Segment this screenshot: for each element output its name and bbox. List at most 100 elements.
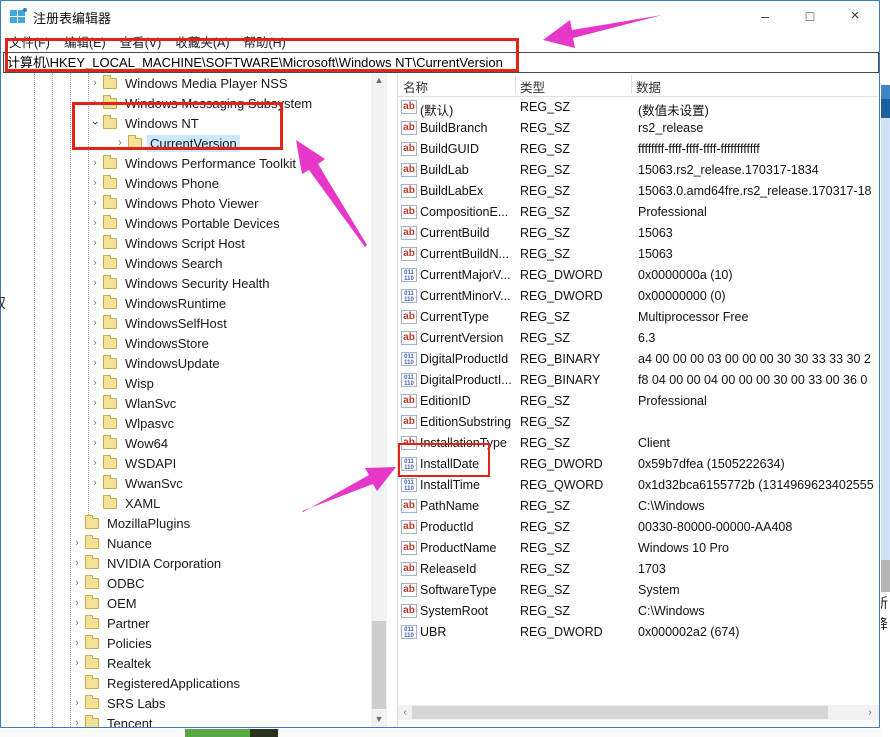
- tree-item-policies[interactable]: ›Policies: [3, 633, 371, 653]
- chevron-right-icon[interactable]: ›: [89, 357, 101, 369]
- value-row-currenttype[interactable]: abCurrentTypeREG_SZMultiprocessor Free: [398, 307, 879, 328]
- value-row-editionsubstring[interactable]: abEditionSubstringREG_SZ: [398, 412, 879, 433]
- tree-scrollbar-thumb[interactable]: [372, 621, 386, 709]
- chevron-right-icon[interactable]: ›: [89, 397, 101, 409]
- chevron-right-icon[interactable]: ›: [89, 97, 101, 109]
- chevron-right-icon[interactable]: ›: [71, 597, 83, 609]
- chevron-right-icon[interactable]: ›: [89, 477, 101, 489]
- chevron-right-icon[interactable]: ›: [89, 197, 101, 209]
- chevron-right-icon[interactable]: ›: [89, 277, 101, 289]
- values-horizontal-scrollbar[interactable]: ‹ ›: [398, 705, 879, 720]
- value-row-releaseid[interactable]: abReleaseIdREG_SZ1703: [398, 559, 879, 580]
- tree-item-windowsruntime[interactable]: ›WindowsRuntime: [3, 293, 371, 313]
- registry-path-input[interactable]: 计算机\HKEY_LOCAL_MACHINE\SOFTWARE\Microsof…: [3, 52, 879, 73]
- tree-item-wsdapi[interactable]: ›WSDAPI: [3, 453, 371, 473]
- chevron-right-icon[interactable]: ›: [89, 257, 101, 269]
- hscroll-thumb[interactable]: [412, 706, 828, 719]
- menu-help[interactable]: 帮助(H): [243, 32, 285, 51]
- column-divider[interactable]: [631, 75, 632, 94]
- column-header-data[interactable]: 数据: [636, 77, 661, 96]
- chevron-right-icon[interactable]: ›: [71, 697, 83, 709]
- chevron-right-icon[interactable]: ›: [114, 137, 126, 149]
- chevron-right-icon[interactable]: ›: [89, 77, 101, 89]
- chevron-right-icon[interactable]: ›: [89, 437, 101, 449]
- chevron-right-icon[interactable]: ›: [89, 157, 101, 169]
- menu-favorites[interactable]: 收藏夹(A): [175, 32, 229, 51]
- tree-item-currentversion[interactable]: ›CurrentVersion: [3, 133, 371, 153]
- value-row-compositione-[interactable]: abCompositionE...REG_SZProfessional: [398, 202, 879, 223]
- tree-item-xaml[interactable]: ›XAML: [3, 493, 371, 513]
- column-header-name[interactable]: 名称: [403, 77, 428, 96]
- column-header-type[interactable]: 类型: [520, 77, 545, 96]
- tree-item-mozillaplugins[interactable]: ›MozillaPlugins: [3, 513, 371, 533]
- tree-item-oem[interactable]: ›OEM: [3, 593, 371, 613]
- value-row--[interactable]: ab(默认)REG_SZ(数值未设置): [398, 97, 879, 118]
- value-row-systemroot[interactable]: abSystemRootREG_SZC:\Windows: [398, 601, 879, 622]
- chevron-right-icon[interactable]: ›: [89, 237, 101, 249]
- value-row-productname[interactable]: abProductNameREG_SZWindows 10 Pro: [398, 538, 879, 559]
- tree-item-windowsstore[interactable]: ›WindowsStore: [3, 333, 371, 353]
- chevron-right-icon[interactable]: ›: [71, 717, 83, 727]
- value-row-ubr[interactable]: 011110UBRREG_DWORD0x000002a2 (674): [398, 622, 879, 643]
- tree-item-partner[interactable]: ›Partner: [3, 613, 371, 633]
- tree-item-nuance[interactable]: ›Nuance: [3, 533, 371, 553]
- scroll-left-icon[interactable]: ‹: [398, 705, 412, 720]
- value-row-buildlab[interactable]: abBuildLabREG_SZ15063.rs2_release.170317…: [398, 160, 879, 181]
- chevron-right-icon[interactable]: ›: [71, 557, 83, 569]
- value-row-editionid[interactable]: abEditionIDREG_SZProfessional: [398, 391, 879, 412]
- tree-item-windows-nt[interactable]: ›Windows NT: [3, 113, 371, 133]
- tree-item-realtek[interactable]: ›Realtek: [3, 653, 371, 673]
- chevron-right-icon[interactable]: ›: [71, 537, 83, 549]
- tree-item-wlpasvc[interactable]: ›Wlpasvc: [3, 413, 371, 433]
- chevron-right-icon[interactable]: ›: [89, 457, 101, 469]
- tree-item-windows-photo-viewer[interactable]: ›Windows Photo Viewer: [3, 193, 371, 213]
- tree-item-wow64[interactable]: ›Wow64: [3, 433, 371, 453]
- minimize-button[interactable]: –: [749, 5, 781, 27]
- tree-item-wwansvc[interactable]: ›WwanSvc: [3, 473, 371, 493]
- chevron-right-icon[interactable]: ›: [89, 177, 101, 189]
- tree-item-wlansvc[interactable]: ›WlanSvc: [3, 393, 371, 413]
- tree-item-windows-portable-devices[interactable]: ›Windows Portable Devices: [3, 213, 371, 233]
- tree-item-tencent[interactable]: ›Tencent: [3, 713, 371, 727]
- value-row-currentbuildn-[interactable]: abCurrentBuildN...REG_SZ15063: [398, 244, 879, 265]
- close-button[interactable]: ×: [839, 5, 871, 27]
- tree-item-registeredapplications[interactable]: ›RegisteredApplications: [3, 673, 371, 693]
- value-row-digitalproductid[interactable]: 011110DigitalProductIdREG_BINARYa4 00 00…: [398, 349, 879, 370]
- tree-item-windows-script-host[interactable]: ›Windows Script Host: [3, 233, 371, 253]
- tree-vertical-scrollbar[interactable]: ▲ ▼: [371, 73, 387, 727]
- value-row-currentbuild[interactable]: abCurrentBuildREG_SZ15063: [398, 223, 879, 244]
- chevron-right-icon[interactable]: ›: [71, 617, 83, 629]
- value-row-buildlabex[interactable]: abBuildLabExREG_SZ15063.0.amd64fre.rs2_r…: [398, 181, 879, 202]
- chevron-right-icon[interactable]: ›: [89, 217, 101, 229]
- tree-item-srs-labs[interactable]: ›SRS Labs: [3, 693, 371, 713]
- tree-item-windows-search[interactable]: ›Windows Search: [3, 253, 371, 273]
- value-row-productid[interactable]: abProductIdREG_SZ00330-80000-00000-AA408: [398, 517, 879, 538]
- value-row-softwaretype[interactable]: abSoftwareTypeREG_SZSystem: [398, 580, 879, 601]
- value-row-installdate[interactable]: 011110InstallDateREG_DWORD0x59b7dfea (15…: [398, 454, 879, 475]
- scroll-up-icon[interactable]: ▲: [371, 73, 387, 88]
- chevron-right-icon[interactable]: ›: [89, 377, 101, 389]
- tree-item-windowsselfhost[interactable]: ›WindowsSelfHost: [3, 313, 371, 333]
- tree-item-nvidia-corporation[interactable]: ›NVIDIA Corporation: [3, 553, 371, 573]
- tree-item-windows-security-health[interactable]: ›Windows Security Health: [3, 273, 371, 293]
- tree-item-windows-phone[interactable]: ›Windows Phone: [3, 173, 371, 193]
- value-row-buildbranch[interactable]: abBuildBranchREG_SZrs2_release: [398, 118, 879, 139]
- value-row-installationtype[interactable]: abInstallationTypeREG_SZClient: [398, 433, 879, 454]
- value-row-currentminorv-[interactable]: 011110CurrentMinorV...REG_DWORD0x0000000…: [398, 286, 879, 307]
- scroll-right-icon[interactable]: ›: [863, 705, 877, 720]
- value-row-buildguid[interactable]: abBuildGUIDREG_SZffffffff-ffff-ffff-ffff…: [398, 139, 879, 160]
- value-row-installtime[interactable]: 011110InstallTimeREG_QWORD0x1d32bca61557…: [398, 475, 879, 496]
- chevron-right-icon[interactable]: ›: [89, 337, 101, 349]
- chevron-down-icon[interactable]: ›: [89, 117, 101, 129]
- chevron-right-icon[interactable]: ›: [71, 637, 83, 649]
- value-row-currentmajorv-[interactable]: 011110CurrentMajorV...REG_DWORD0x0000000…: [398, 265, 879, 286]
- panel-splitter[interactable]: [389, 73, 398, 727]
- menu-view[interactable]: 查看(V): [120, 32, 162, 51]
- chevron-right-icon[interactable]: ›: [89, 317, 101, 329]
- value-row-digitalproducti-[interactable]: 011110DigitalProductI...REG_BINARYf8 04 …: [398, 370, 879, 391]
- maximize-button[interactable]: □: [794, 5, 826, 27]
- tree-item-odbc[interactable]: ›ODBC: [3, 573, 371, 593]
- value-row-pathname[interactable]: abPathNameREG_SZC:\Windows: [398, 496, 879, 517]
- chevron-right-icon[interactable]: ›: [71, 577, 83, 589]
- column-divider[interactable]: [515, 75, 516, 94]
